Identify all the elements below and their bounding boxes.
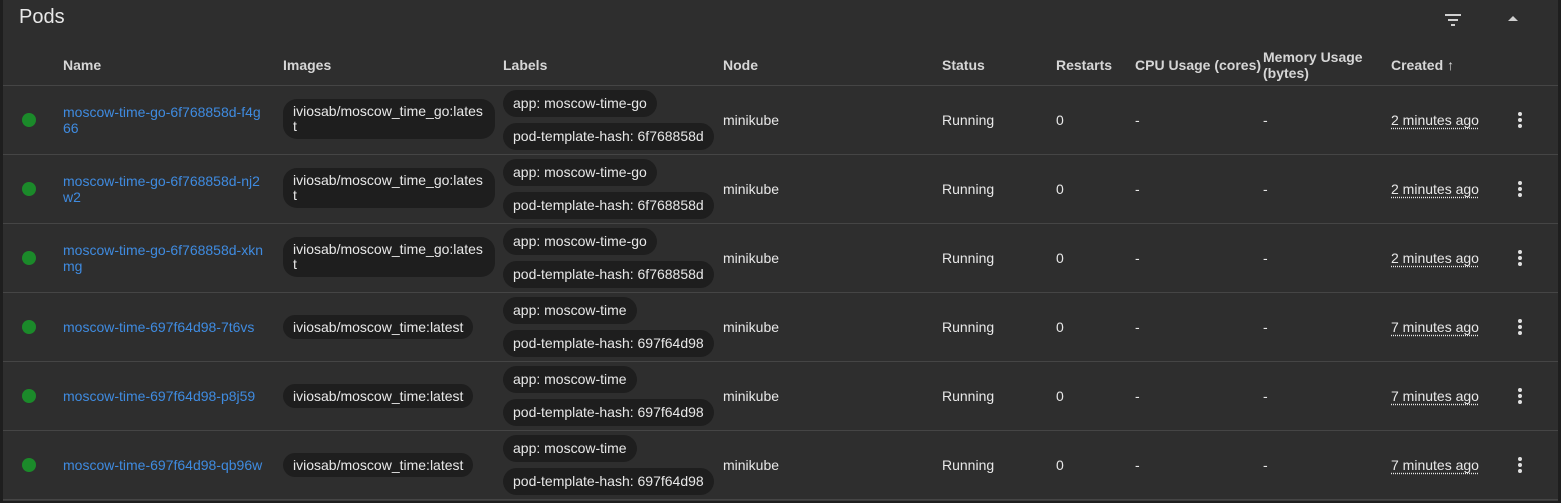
image-chip: iviosab/moscow_time_go:latest xyxy=(283,237,495,277)
column-header-node[interactable]: Node xyxy=(723,57,758,73)
table-row[interactable]: moscow-time-697f64d98-7t6vs iviosab/mosc… xyxy=(3,293,1558,362)
column-header-memory: Memory Usage (bytes) xyxy=(1263,49,1363,81)
created-cell[interactable]: 2 minutes ago xyxy=(1391,112,1479,128)
table-row[interactable]: moscow-time-go-6f768858d-nj2w2 iviosab/m… xyxy=(3,155,1558,224)
status-running-icon xyxy=(22,389,36,403)
column-header-name[interactable]: Name xyxy=(63,57,101,73)
column-header-images: Images xyxy=(283,57,332,73)
more-vert-icon[interactable] xyxy=(1515,455,1525,475)
node-cell[interactable]: minikube xyxy=(723,388,779,404)
label-chip: app: moscow-time-go xyxy=(503,159,657,186)
restarts-cell: 0 xyxy=(1056,250,1064,266)
memory-cell: - xyxy=(1263,181,1268,197)
status-cell: Running xyxy=(942,319,995,335)
memory-cell: - xyxy=(1263,250,1268,266)
cpu-cell: - xyxy=(1135,181,1140,197)
image-chip: iviosab/moscow_time:latest xyxy=(283,315,474,339)
cpu-cell: - xyxy=(1135,112,1140,128)
more-vert-icon[interactable] xyxy=(1515,386,1525,406)
created-cell[interactable]: 7 minutes ago xyxy=(1391,388,1479,404)
node-cell[interactable]: minikube xyxy=(723,181,779,197)
status-cell: Running xyxy=(942,181,995,197)
table-row[interactable]: moscow-time-go-6f768858d-f4g66 iviosab/m… xyxy=(3,86,1558,155)
label-chip: pod-template-hash: 697f64d98 xyxy=(503,330,714,357)
restarts-cell: 0 xyxy=(1056,457,1064,473)
memory-cell: - xyxy=(1263,112,1268,128)
status-cell: Running xyxy=(942,112,995,128)
column-header-created-label: Created xyxy=(1391,57,1444,73)
column-header-memory-line1: Memory Usage xyxy=(1263,49,1363,65)
arrow-upward-icon: ↑ xyxy=(1447,57,1455,73)
column-header-status: Status xyxy=(942,57,985,73)
more-vert-icon[interactable] xyxy=(1515,110,1525,130)
status-running-icon xyxy=(22,113,36,127)
node-cell[interactable]: minikube xyxy=(723,112,779,128)
cpu-cell: - xyxy=(1135,457,1140,473)
status-running-icon xyxy=(22,251,36,265)
label-chip: pod-template-hash: 6f768858d xyxy=(503,123,714,150)
pod-name-link[interactable]: moscow-time-697f64d98-7t6vs xyxy=(63,319,263,335)
cpu-cell: - xyxy=(1135,319,1140,335)
created-cell[interactable]: 7 minutes ago xyxy=(1391,457,1479,473)
created-cell[interactable]: 7 minutes ago xyxy=(1391,319,1479,335)
memory-cell: - xyxy=(1263,457,1268,473)
more-vert-icon[interactable] xyxy=(1515,317,1525,337)
more-vert-icon[interactable] xyxy=(1515,248,1525,268)
column-header-restarts: Restarts xyxy=(1056,57,1113,73)
column-header-labels: Labels xyxy=(503,57,548,73)
pod-name-link[interactable]: moscow-time-go-6f768858d-f4g66 xyxy=(63,104,263,136)
panel-header: Pods xyxy=(3,0,1558,36)
status-running-icon xyxy=(22,320,36,334)
cpu-cell: - xyxy=(1135,250,1140,266)
image-chip: iviosab/moscow_time_go:latest xyxy=(283,99,495,139)
arrow-up-icon[interactable] xyxy=(1501,10,1525,28)
panel-title: Pods xyxy=(19,6,65,28)
table-row[interactable]: moscow-time-697f64d98-qb96w iviosab/mosc… xyxy=(3,431,1558,500)
label-chip: pod-template-hash: 6f768858d xyxy=(503,192,714,219)
table-row[interactable]: moscow-time-go-6f768858d-xknmg iviosab/m… xyxy=(3,224,1558,293)
filter-list-icon[interactable] xyxy=(1441,10,1465,28)
label-chip: app: moscow-time-go xyxy=(503,228,657,255)
node-cell[interactable]: minikube xyxy=(723,457,779,473)
label-chip: pod-template-hash: 697f64d98 xyxy=(503,468,714,495)
pod-name-link[interactable]: moscow-time-go-6f768858d-nj2w2 xyxy=(63,173,263,205)
pod-name-link[interactable]: moscow-time-697f64d98-p8j59 xyxy=(63,388,263,404)
label-chip: pod-template-hash: 697f64d98 xyxy=(503,399,714,426)
column-header-created[interactable]: Created ↑ xyxy=(1391,57,1454,73)
restarts-cell: 0 xyxy=(1056,319,1064,335)
memory-cell: - xyxy=(1263,319,1268,335)
status-running-icon xyxy=(22,182,36,196)
label-chip: app: moscow-time xyxy=(503,435,637,462)
label-chip: app: moscow-time-go xyxy=(503,90,657,117)
memory-cell: - xyxy=(1263,388,1268,404)
column-header-memory-line2: (bytes) xyxy=(1263,65,1309,81)
cpu-cell: - xyxy=(1135,388,1140,404)
created-cell[interactable]: 2 minutes ago xyxy=(1391,250,1479,266)
restarts-cell: 0 xyxy=(1056,112,1064,128)
status-cell: Running xyxy=(942,388,995,404)
image-chip: iviosab/moscow_time:latest xyxy=(283,384,474,408)
pod-name-link[interactable]: moscow-time-go-6f768858d-xknmg xyxy=(63,242,263,274)
node-cell[interactable]: minikube xyxy=(723,319,779,335)
pods-panel: Pods Name Images Labels Node Status Rest… xyxy=(3,0,1558,501)
table-row[interactable]: moscow-time-697f64d98-p8j59 iviosab/mosc… xyxy=(3,362,1558,431)
node-cell[interactable]: minikube xyxy=(723,250,779,266)
table-header: Name Images Labels Node Status Restarts … xyxy=(3,44,1558,86)
pod-name-link[interactable]: moscow-time-697f64d98-qb96w xyxy=(63,457,263,473)
status-cell: Running xyxy=(942,457,995,473)
label-chip: app: moscow-time xyxy=(503,297,637,324)
restarts-cell: 0 xyxy=(1056,388,1064,404)
column-header-cpu: CPU Usage (cores) xyxy=(1135,57,1262,73)
label-chip: app: moscow-time xyxy=(503,366,637,393)
image-chip: iviosab/moscow_time_go:latest xyxy=(283,168,495,208)
created-cell[interactable]: 2 minutes ago xyxy=(1391,181,1479,197)
status-running-icon xyxy=(22,458,36,472)
image-chip: iviosab/moscow_time:latest xyxy=(283,453,474,477)
status-cell: Running xyxy=(942,250,995,266)
label-chip: pod-template-hash: 6f768858d xyxy=(503,261,714,288)
more-vert-icon[interactable] xyxy=(1515,179,1525,199)
restarts-cell: 0 xyxy=(1056,181,1064,197)
